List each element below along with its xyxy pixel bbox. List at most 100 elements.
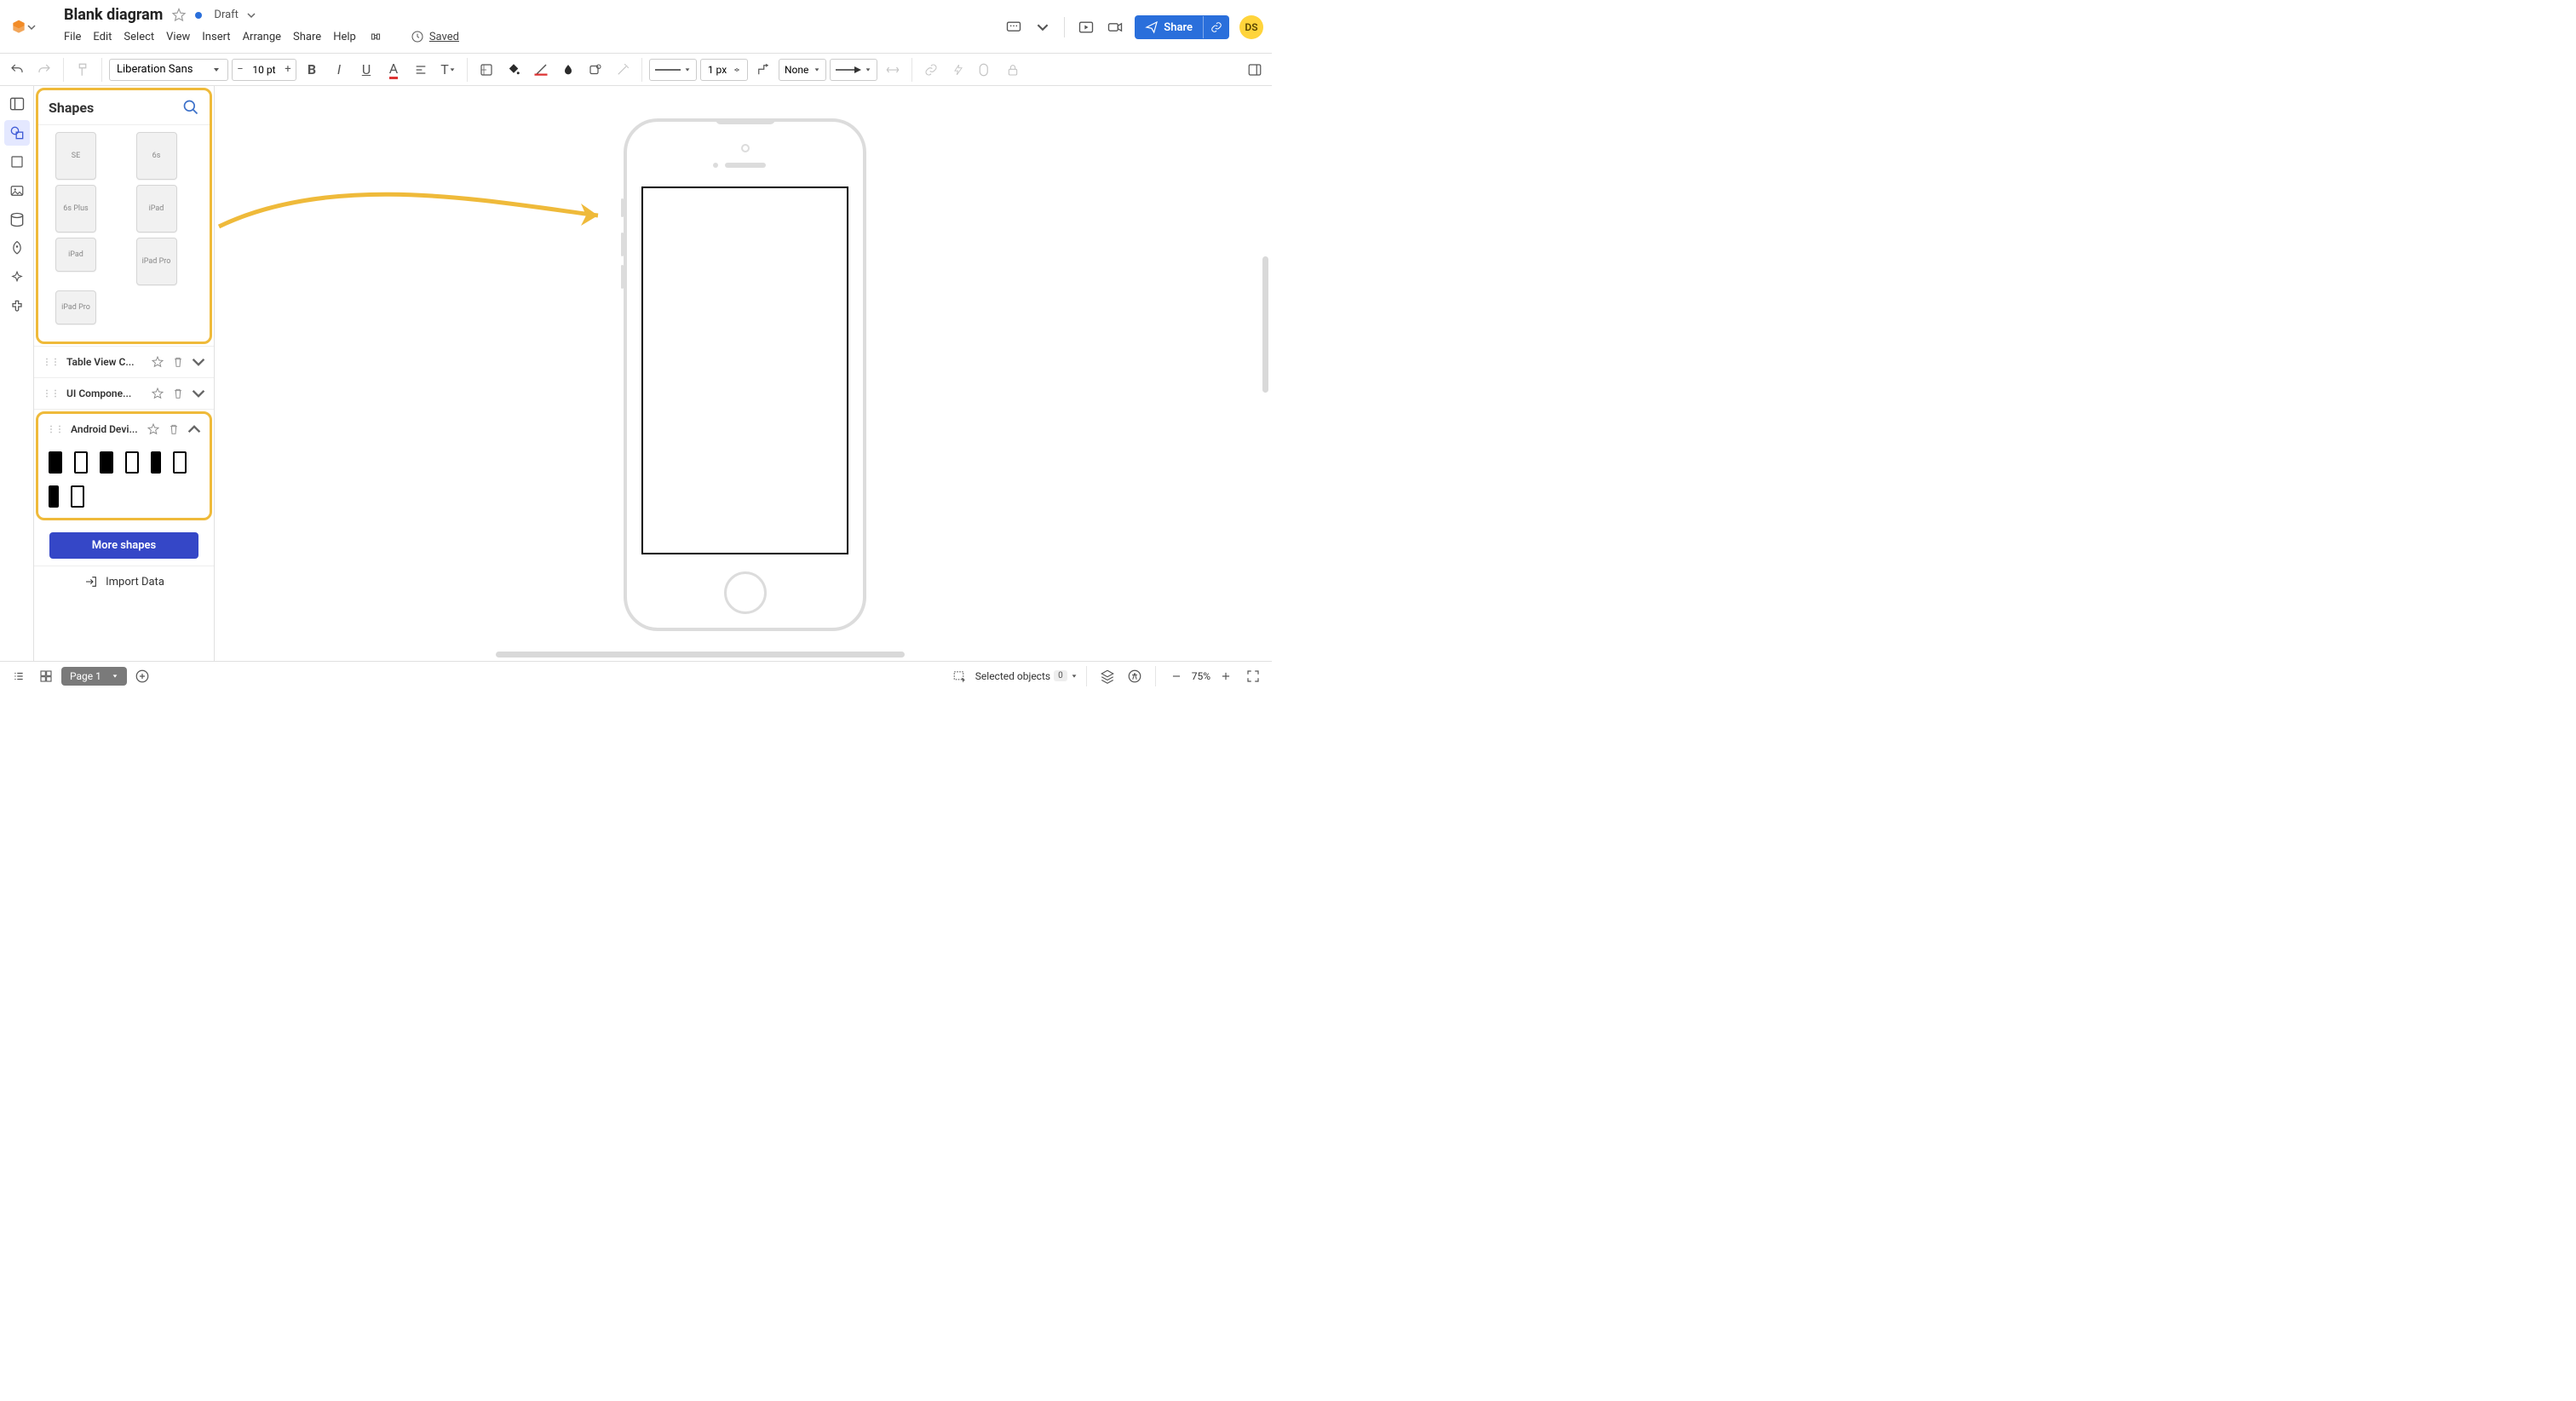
group-tableview[interactable]: ⋮⋮ Table View C... [34,346,214,377]
fullscreen-button[interactable] [1241,664,1265,688]
add-page-button[interactable] [130,664,154,688]
link-button[interactable] [919,58,943,82]
share-button[interactable]: Share [1135,15,1229,39]
trash-icon[interactable] [167,422,181,436]
record-icon[interactable] [1106,18,1124,37]
chevron-down-icon[interactable] [27,23,36,32]
trash-icon[interactable] [171,355,185,369]
rail-containers-button[interactable] [4,149,30,175]
action-button[interactable] [946,58,970,82]
menu-select[interactable]: Select [124,31,154,43]
star-icon[interactable] [151,355,164,369]
menu-arrange[interactable]: Arrange [243,31,281,43]
android-shape[interactable] [49,451,62,474]
shape-iphone-6s-plus[interactable]: 6s Plus [55,185,96,233]
zoom-out-button[interactable] [1164,664,1188,688]
list-view-button[interactable] [7,664,31,688]
layers-button[interactable] [1095,664,1119,688]
share-link-button[interactable] [1203,16,1229,38]
menu-view[interactable]: View [166,31,190,43]
iphone-screen[interactable] [641,187,848,554]
iphone-mockup[interactable] [624,118,866,631]
undo-button[interactable] [5,58,29,82]
trash-icon[interactable] [171,387,185,400]
vertical-scrollbar[interactable] [1262,256,1268,393]
shape-ipad-2[interactable]: iPad [55,238,96,272]
chevron-down-icon[interactable] [1071,673,1078,680]
menu-file[interactable]: File [64,31,81,43]
redo-button[interactable] [32,58,56,82]
import-data-button[interactable]: Import Data [34,566,214,597]
line-end-select[interactable] [830,59,877,81]
shape-ipad-pro-2[interactable]: iPad Pro [55,290,96,324]
line-routing-button[interactable] [751,58,775,82]
chevron-down-icon[interactable] [192,387,205,400]
rail-data-button[interactable] [4,207,30,233]
fill-color-button[interactable] [502,58,526,82]
android-shape[interactable] [74,451,88,474]
lock-button[interactable] [1001,58,1025,82]
increase-size-button[interactable]: + [280,63,296,76]
italic-button[interactable]: I [327,58,351,82]
android-shape[interactable] [173,451,187,474]
chevron-up-icon[interactable] [187,422,201,436]
drag-handle-icon[interactable]: ⋮⋮ [47,425,64,434]
line-start-select[interactable]: None [779,59,826,81]
android-shape[interactable] [100,451,113,474]
menu-insert[interactable]: Insert [202,31,230,43]
document-title[interactable]: Blank diagram [64,6,163,24]
shape-style-button[interactable] [584,58,607,82]
chevron-down-icon[interactable] [247,11,256,20]
star-icon[interactable] [151,387,164,400]
grid-view-button[interactable] [34,664,58,688]
font-select[interactable]: Liberation Sans [109,59,228,81]
avatar[interactable]: DS [1239,15,1263,39]
zoom-in-button[interactable] [1214,664,1238,688]
rail-plugins-button[interactable] [4,294,30,319]
chevron-down-icon[interactable] [1033,18,1052,37]
line-width-select[interactable]: 1 px [700,59,748,81]
rail-images-button[interactable] [4,178,30,204]
text-color-button[interactable]: A [382,58,405,82]
panels-toggle-button[interactable] [1243,58,1267,82]
rail-shapes-button[interactable] [4,120,30,146]
menu-help[interactable]: Help [333,31,356,43]
zoom-level[interactable]: 75% [1192,670,1210,682]
horizontal-scrollbar[interactable] [496,652,905,657]
android-shape[interactable] [49,485,59,508]
group-android[interactable]: ⋮⋮ Android Devi... [38,414,210,445]
shape-ipad-1[interactable]: iPad [136,185,177,233]
app-logo[interactable] [10,15,40,39]
menu-edit[interactable]: Edit [93,31,112,43]
drag-handle-icon[interactable]: ⋮⋮ [43,389,60,399]
border-color-button[interactable] [529,58,553,82]
android-shape[interactable] [71,485,84,508]
align-button[interactable] [409,58,433,82]
star-icon[interactable] [171,8,187,23]
present-icon[interactable] [1077,18,1095,37]
rail-launch-button[interactable] [4,236,30,261]
search-icon[interactable] [182,99,199,116]
selection-icon[interactable] [948,664,972,688]
underline-button[interactable]: U [354,58,378,82]
android-shape[interactable] [125,451,139,474]
flip-line-button[interactable] [881,58,905,82]
menu-share[interactable]: Share [293,31,321,43]
binoculars-icon[interactable] [368,29,383,44]
accessibility-button[interactable] [1123,664,1147,688]
decrease-size-button[interactable]: − [233,63,248,76]
star-icon[interactable] [147,422,160,436]
shape-color-button[interactable] [474,58,498,82]
rail-outline-button[interactable] [4,91,30,117]
draft-label[interactable]: Draft [214,9,239,21]
shape-iphone-se[interactable]: SE [55,132,96,180]
format-painter-button[interactable] [71,58,95,82]
android-shape[interactable] [151,451,161,474]
layer-button[interactable] [974,58,998,82]
comment-icon[interactable] [1004,18,1023,37]
line-style-select[interactable] [649,59,697,81]
shape-ipad-pro-1[interactable]: iPad Pro [136,238,177,285]
gradient-button[interactable] [556,58,580,82]
drag-handle-icon[interactable]: ⋮⋮ [43,358,60,367]
group-uicomponents[interactable]: ⋮⋮ UI Compone... [34,377,214,409]
